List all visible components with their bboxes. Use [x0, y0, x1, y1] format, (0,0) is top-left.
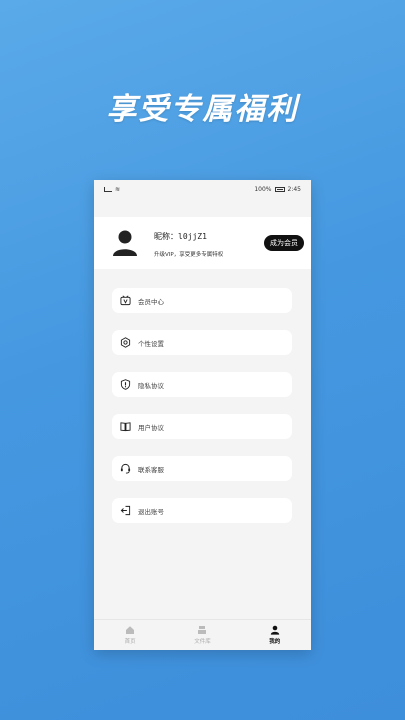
promo-title: 享受专属福利 — [106, 92, 299, 127]
wifi-icon: ≋ — [115, 185, 121, 193]
battery-percent: 100% — [254, 185, 272, 193]
menu-item-member-center[interactable]: 会员中心 — [112, 288, 292, 313]
menu-label: 联系客服 — [138, 465, 164, 474]
tab-label: 首页 — [124, 639, 136, 645]
user-icon — [270, 625, 280, 635]
shield-icon — [120, 379, 131, 390]
menu-label: 用户协议 — [138, 423, 164, 432]
files-icon — [198, 626, 207, 634]
gear-icon — [120, 337, 131, 348]
menu-item-privacy[interactable]: 隐私协议 — [112, 372, 292, 397]
tab-label: 文件库 — [194, 639, 211, 645]
nickname: 昵称：l0jjZ1 — [154, 231, 207, 242]
bottom-tab-bar: 首页 文件库 我的 — [94, 619, 311, 650]
headset-icon — [120, 463, 131, 474]
book-icon — [120, 422, 131, 432]
menu-item-settings[interactable]: 个性设置 — [112, 330, 292, 355]
tab-label: 我的 — [269, 639, 281, 645]
menu-label: 隐私协议 — [138, 381, 164, 390]
phone-screen: ≋ 100% 2:45 昵称：l0jjZ1 升级VIP，享受更多专属特权 成为会… — [94, 180, 311, 650]
nickname-value: l0jjZ1 — [178, 232, 207, 241]
avatar[interactable] — [112, 229, 138, 257]
vip-tip: 升级VIP，享受更多专属特权 — [154, 252, 224, 258]
clock: 2:45 — [287, 185, 301, 193]
tab-mine[interactable]: 我的 — [250, 625, 300, 645]
signal-icon — [104, 186, 112, 192]
logout-icon — [120, 505, 131, 516]
menu-label: 会员中心 — [138, 297, 164, 306]
tab-files[interactable]: 文件库 — [177, 625, 227, 645]
menu-item-logout[interactable]: 退出账号 — [112, 498, 292, 523]
menu-label: 退出账号 — [138, 507, 164, 516]
battery-icon — [274, 186, 285, 192]
menu-label: 个性设置 — [138, 339, 164, 348]
tab-home[interactable]: 首页 — [105, 625, 155, 645]
menu-item-user-agreement[interactable]: 用户协议 — [112, 414, 292, 439]
home-icon — [126, 626, 135, 634]
become-member-button[interactable]: 成为会员 — [264, 235, 304, 251]
menu-item-support[interactable]: 联系客服 — [112, 456, 292, 481]
vip-icon — [120, 295, 131, 306]
status-bar: ≋ 100% 2:45 — [94, 180, 311, 198]
nickname-label: 昵称： — [154, 232, 178, 241]
profile-card: 昵称：l0jjZ1 升级VIP，享受更多专属特权 成为会员 — [94, 217, 311, 269]
